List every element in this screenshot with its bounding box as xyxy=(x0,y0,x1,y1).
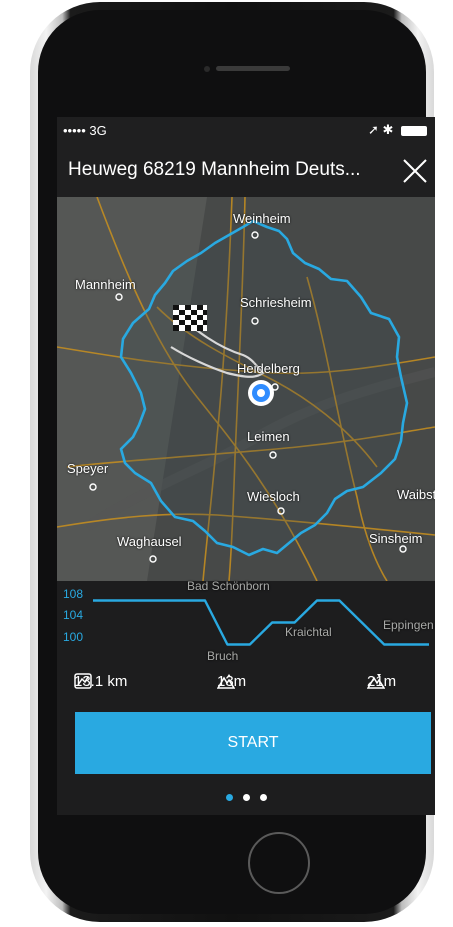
elevation-profile: 108 104 100 Bad Schönborn Bruch Kraichta… xyxy=(57,579,435,709)
start-section: START xyxy=(57,709,435,815)
elevation-line xyxy=(93,599,429,646)
elevation-tick-label: 100 xyxy=(63,630,84,644)
place-label: Bruch xyxy=(207,649,239,663)
place-label: Waghausel xyxy=(117,534,182,549)
carrier-label: ••••• 3G xyxy=(63,123,107,138)
map-canvas xyxy=(57,197,435,581)
place-label: Waibst xyxy=(397,487,435,502)
place-label: Leimen xyxy=(247,429,290,444)
app-screen: ••••• 3G ➚ ✱ Heuweg 68219 Mannheim Deuts… xyxy=(57,117,435,815)
home-button[interactable] xyxy=(248,832,310,894)
location-bluetooth-icons: ➚ ✱ xyxy=(367,122,394,137)
close-icon[interactable] xyxy=(401,157,429,185)
page-indicator[interactable] xyxy=(57,788,435,806)
ascent-icon xyxy=(217,674,235,689)
destination-address[interactable]: Heuweg 68219 Mannheim Deuts... xyxy=(68,159,361,181)
battery-icon xyxy=(401,125,427,136)
place-label: Heidelberg xyxy=(237,361,300,376)
title-bar: Heuweg 68219 Mannheim Deuts... xyxy=(57,145,435,197)
place-label: Sinsheim xyxy=(369,531,423,546)
place-label: Kraichtal xyxy=(285,625,332,639)
elevation-tick-label: 104 xyxy=(63,608,84,622)
status-bar: ••••• 3G ➚ ✱ xyxy=(57,117,435,145)
status-icons: ➚ ✱ xyxy=(368,122,427,138)
place-label: Wiesloch xyxy=(247,489,300,504)
start-button[interactable]: START xyxy=(75,712,431,774)
ascent-stat: 13m xyxy=(217,673,246,690)
place-label: Bad Schönborn xyxy=(187,579,270,593)
place-label: Eppingen xyxy=(383,618,434,632)
place-label: Speyer xyxy=(67,461,109,476)
current-location-icon xyxy=(248,380,274,406)
descent-icon xyxy=(367,674,385,689)
finish-flag-icon xyxy=(173,305,207,331)
place-label: Schriesheim xyxy=(240,295,312,310)
page-dot[interactable] xyxy=(259,794,267,801)
place-label: Mannheim xyxy=(75,277,136,292)
page-dot[interactable] xyxy=(242,794,250,801)
page-dot[interactable] xyxy=(225,794,233,801)
place-label: Weinheim xyxy=(233,211,291,226)
earpiece-speaker xyxy=(216,66,290,71)
front-camera xyxy=(204,66,210,72)
route-map[interactable]: Weinheim Mannheim Schriesheim Heidelberg… xyxy=(57,197,435,581)
distance-stat: 13.1 km xyxy=(74,673,127,690)
descent-stat: 21m xyxy=(367,673,396,690)
elevation-tick-label: 108 xyxy=(63,587,84,601)
route-distance-icon xyxy=(74,673,92,689)
